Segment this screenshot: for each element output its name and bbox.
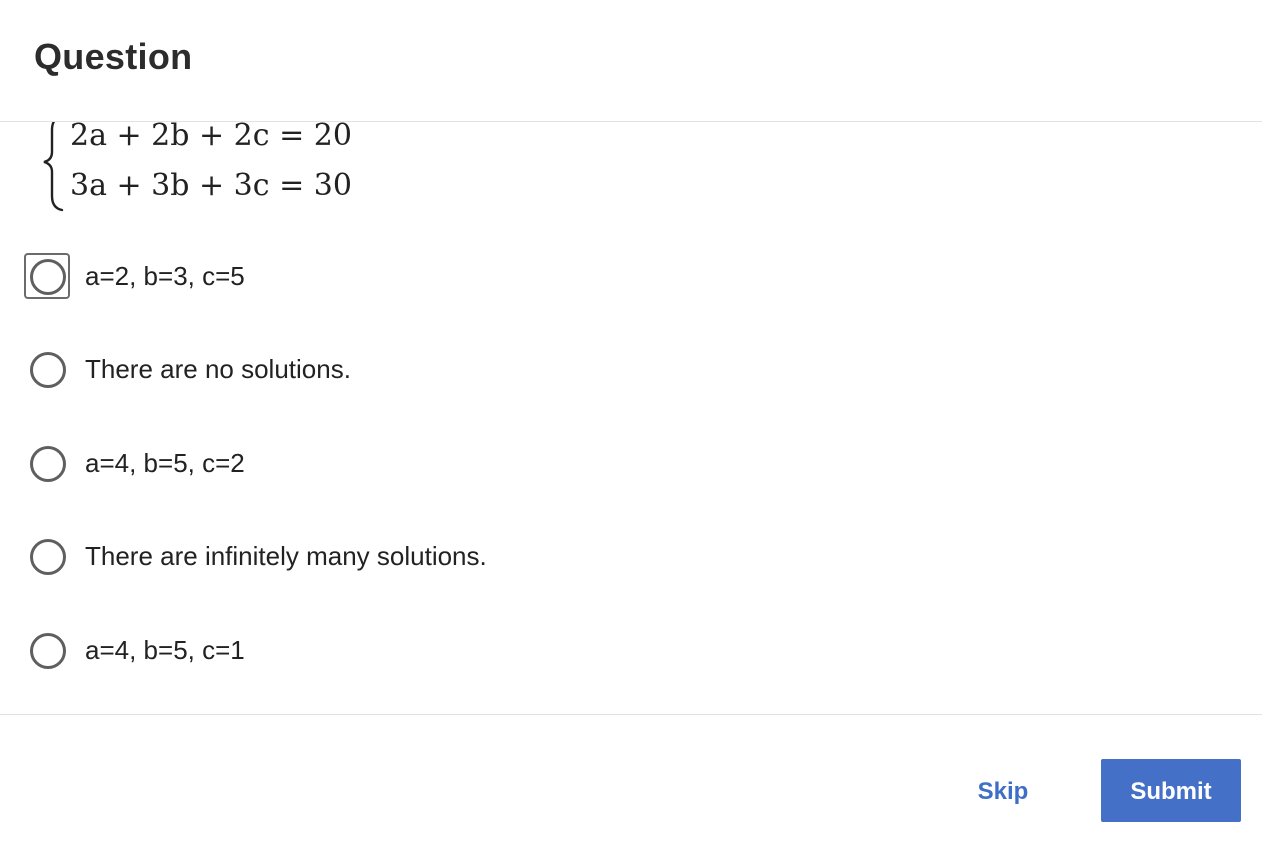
- page-title: Question: [34, 36, 193, 77]
- equation-1: 2a + 2b + 2c = 20: [70, 118, 352, 153]
- question-header: Question: [0, 0, 1262, 122]
- answer-option-1[interactable]: a=2, b=3, c=5: [24, 253, 724, 301]
- answer-option-label: a=2, b=3, c=5: [85, 261, 245, 291]
- radio-button[interactable]: [30, 633, 66, 669]
- skip-button[interactable]: Skip: [960, 760, 1046, 822]
- equation-system: 2a + 2b + 2c = 20 3a + 3b + 3c = 30: [38, 112, 438, 212]
- answer-option-3[interactable]: a=4, b=5, c=2: [24, 440, 724, 488]
- submit-button[interactable]: Submit: [1101, 759, 1241, 822]
- answer-option-label: There are no solutions.: [85, 354, 351, 384]
- answer-option-label: a=4, b=5, c=1: [85, 635, 245, 665]
- radio-button[interactable]: [30, 259, 66, 295]
- answer-option-label: a=4, b=5, c=2: [85, 448, 245, 478]
- answer-option-2[interactable]: There are no solutions.: [24, 346, 724, 394]
- radio-button[interactable]: [30, 539, 66, 575]
- answer-option-5[interactable]: a=4, b=5, c=1: [24, 627, 724, 675]
- radio-button[interactable]: [30, 446, 66, 482]
- footer-divider: [0, 714, 1262, 715]
- answer-option-4[interactable]: There are infinitely many solutions.: [24, 533, 724, 581]
- equation-2: 3a + 3b + 3c = 30: [70, 168, 352, 203]
- radio-button[interactable]: [30, 352, 66, 388]
- left-brace: [43, 114, 64, 212]
- answer-option-label: There are infinitely many solutions.: [85, 541, 487, 571]
